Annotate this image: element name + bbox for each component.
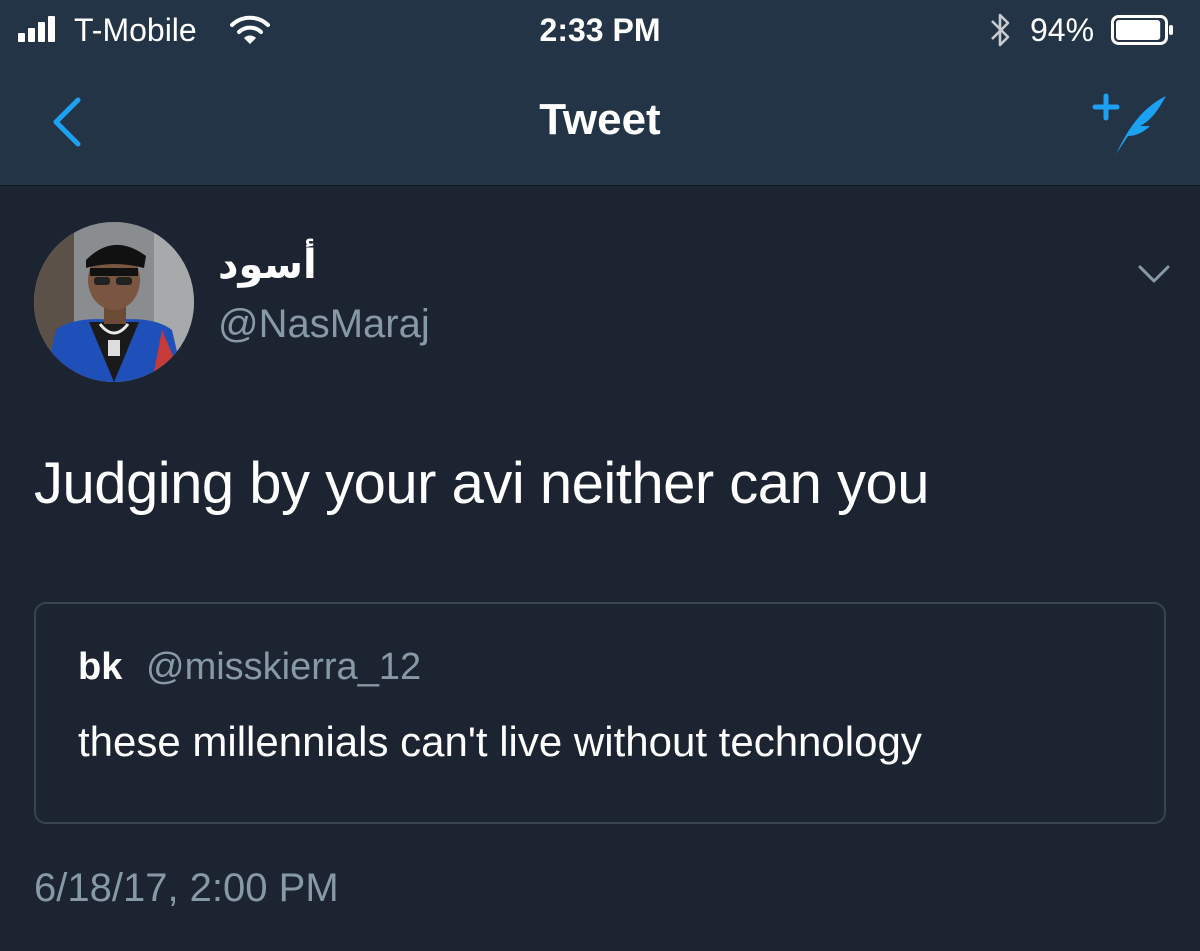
battery-percentage: 94% <box>1030 12 1095 48</box>
quoted-tweet-name: bk <box>78 646 123 688</box>
status-bar: T-Mobile 2:33 PM 94% <box>0 0 1200 62</box>
tweet-timestamp: 6/18/17, 2:00 PM <box>34 866 339 910</box>
avatar[interactable] <box>34 222 194 382</box>
quoted-tweet-handle: @misskierra_12 <box>146 646 422 688</box>
tweet-text: Judging by your avi neither can you <box>34 451 929 516</box>
quoted-tweet[interactable]: bk @misskierra_12 these millennials can'… <box>34 602 1166 824</box>
status-time: 2:33 PM <box>539 12 661 48</box>
top-bar: T-Mobile 2:33 PM 94% Tweet <box>0 0 1200 186</box>
quoted-tweet-text: these millennials can't live without tec… <box>78 718 922 765</box>
compose-tweet-icon[interactable] <box>1092 88 1172 160</box>
user-handle[interactable]: @NasMaraj <box>218 302 430 347</box>
avatar-image <box>34 222 194 382</box>
display-name[interactable]: أسود <box>218 242 317 288</box>
bluetooth-icon <box>991 13 1010 47</box>
page-title: Tweet <box>539 95 661 144</box>
battery-icon <box>1111 15 1173 45</box>
chevron-down-icon[interactable] <box>1134 258 1174 288</box>
